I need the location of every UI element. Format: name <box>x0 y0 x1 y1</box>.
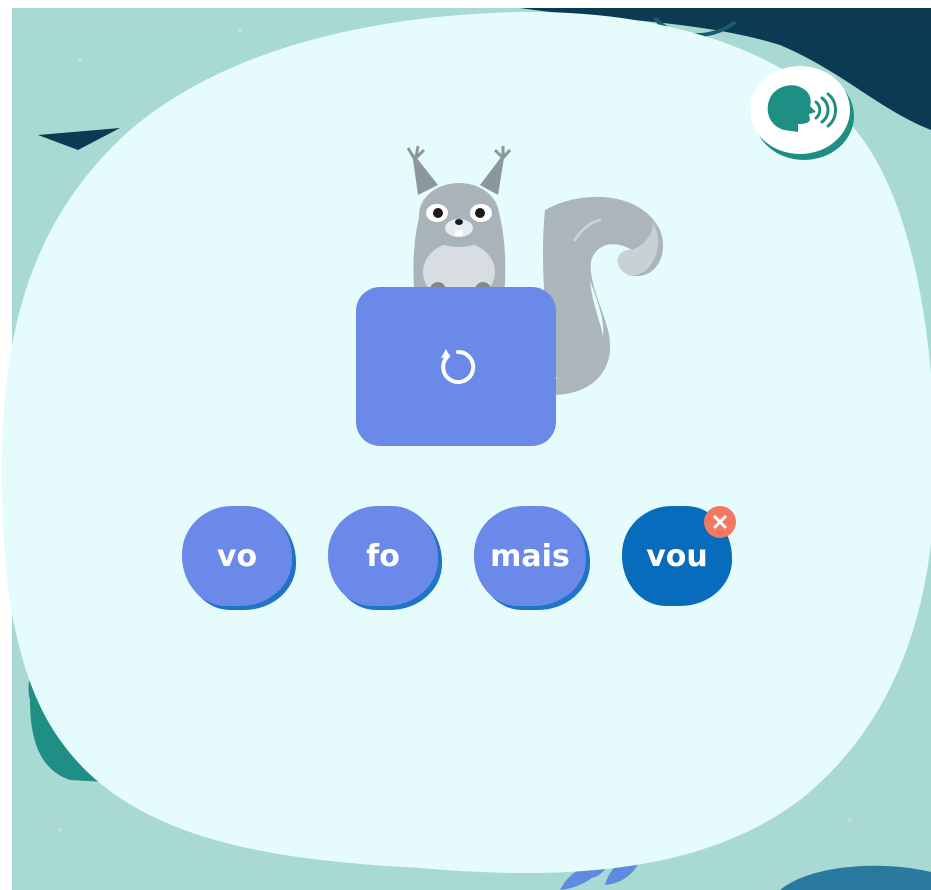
replay-button[interactable] <box>356 287 556 446</box>
wrong-answer-badge <box>704 506 736 538</box>
choice-button[interactable]: fo <box>328 506 438 606</box>
replay-icon <box>441 348 476 384</box>
choice-button[interactable]: mais <box>474 506 586 606</box>
close-icon <box>713 515 727 529</box>
choice-button[interactable]: vo <box>182 506 292 606</box>
speech-button[interactable] <box>746 66 854 160</box>
